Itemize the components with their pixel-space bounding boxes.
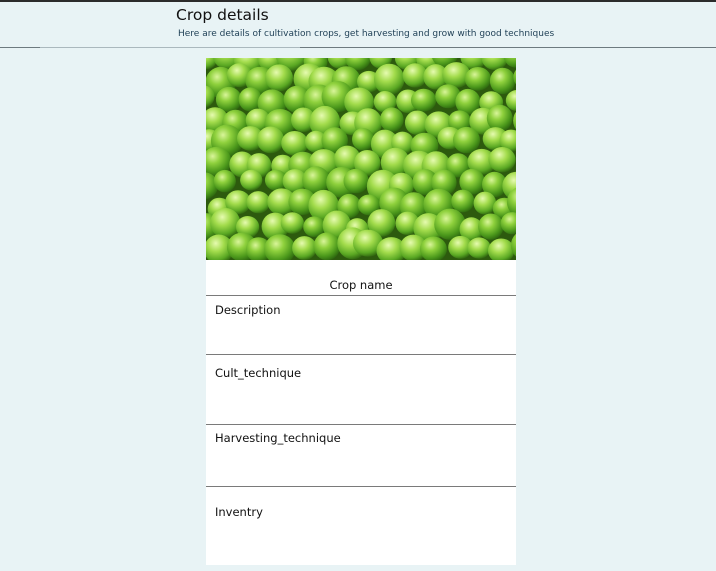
inventry-label: Inventry xyxy=(215,505,263,519)
pea xyxy=(352,128,374,151)
pea xyxy=(380,107,404,132)
page-header: Crop details Here are details of cultiva… xyxy=(0,2,716,48)
crop-card: Crop name Description Cult_technique Har… xyxy=(206,58,516,565)
pea xyxy=(280,212,304,234)
pea xyxy=(489,67,516,95)
pea xyxy=(478,213,504,240)
crop-name-label: Crop name xyxy=(329,278,393,292)
pea xyxy=(451,189,475,213)
pea xyxy=(374,63,405,95)
pea xyxy=(473,191,497,215)
pea xyxy=(411,88,437,112)
pea xyxy=(240,169,263,191)
pea xyxy=(246,191,271,214)
divider xyxy=(206,354,516,355)
crop-image xyxy=(206,58,516,260)
divider xyxy=(206,295,516,296)
divider xyxy=(206,424,516,425)
divider xyxy=(206,486,516,487)
page-title: Crop details xyxy=(176,6,269,24)
harvesting-technique-label: Harvesting_technique xyxy=(215,431,341,445)
description-label: Description xyxy=(215,303,281,317)
pea xyxy=(467,237,491,259)
pea xyxy=(210,208,241,239)
cult-technique-label: Cult_technique xyxy=(215,366,302,380)
pea xyxy=(256,126,285,154)
pea xyxy=(313,232,341,260)
pea xyxy=(213,169,236,193)
pea xyxy=(453,126,480,154)
pea xyxy=(343,168,369,194)
pea xyxy=(486,104,513,132)
pea xyxy=(488,147,516,173)
header-shadow-line xyxy=(40,47,300,48)
pea xyxy=(464,67,491,91)
page-subtitle: Here are details of cultivation crops, g… xyxy=(178,29,555,39)
pea xyxy=(265,64,293,92)
pea xyxy=(292,236,317,260)
